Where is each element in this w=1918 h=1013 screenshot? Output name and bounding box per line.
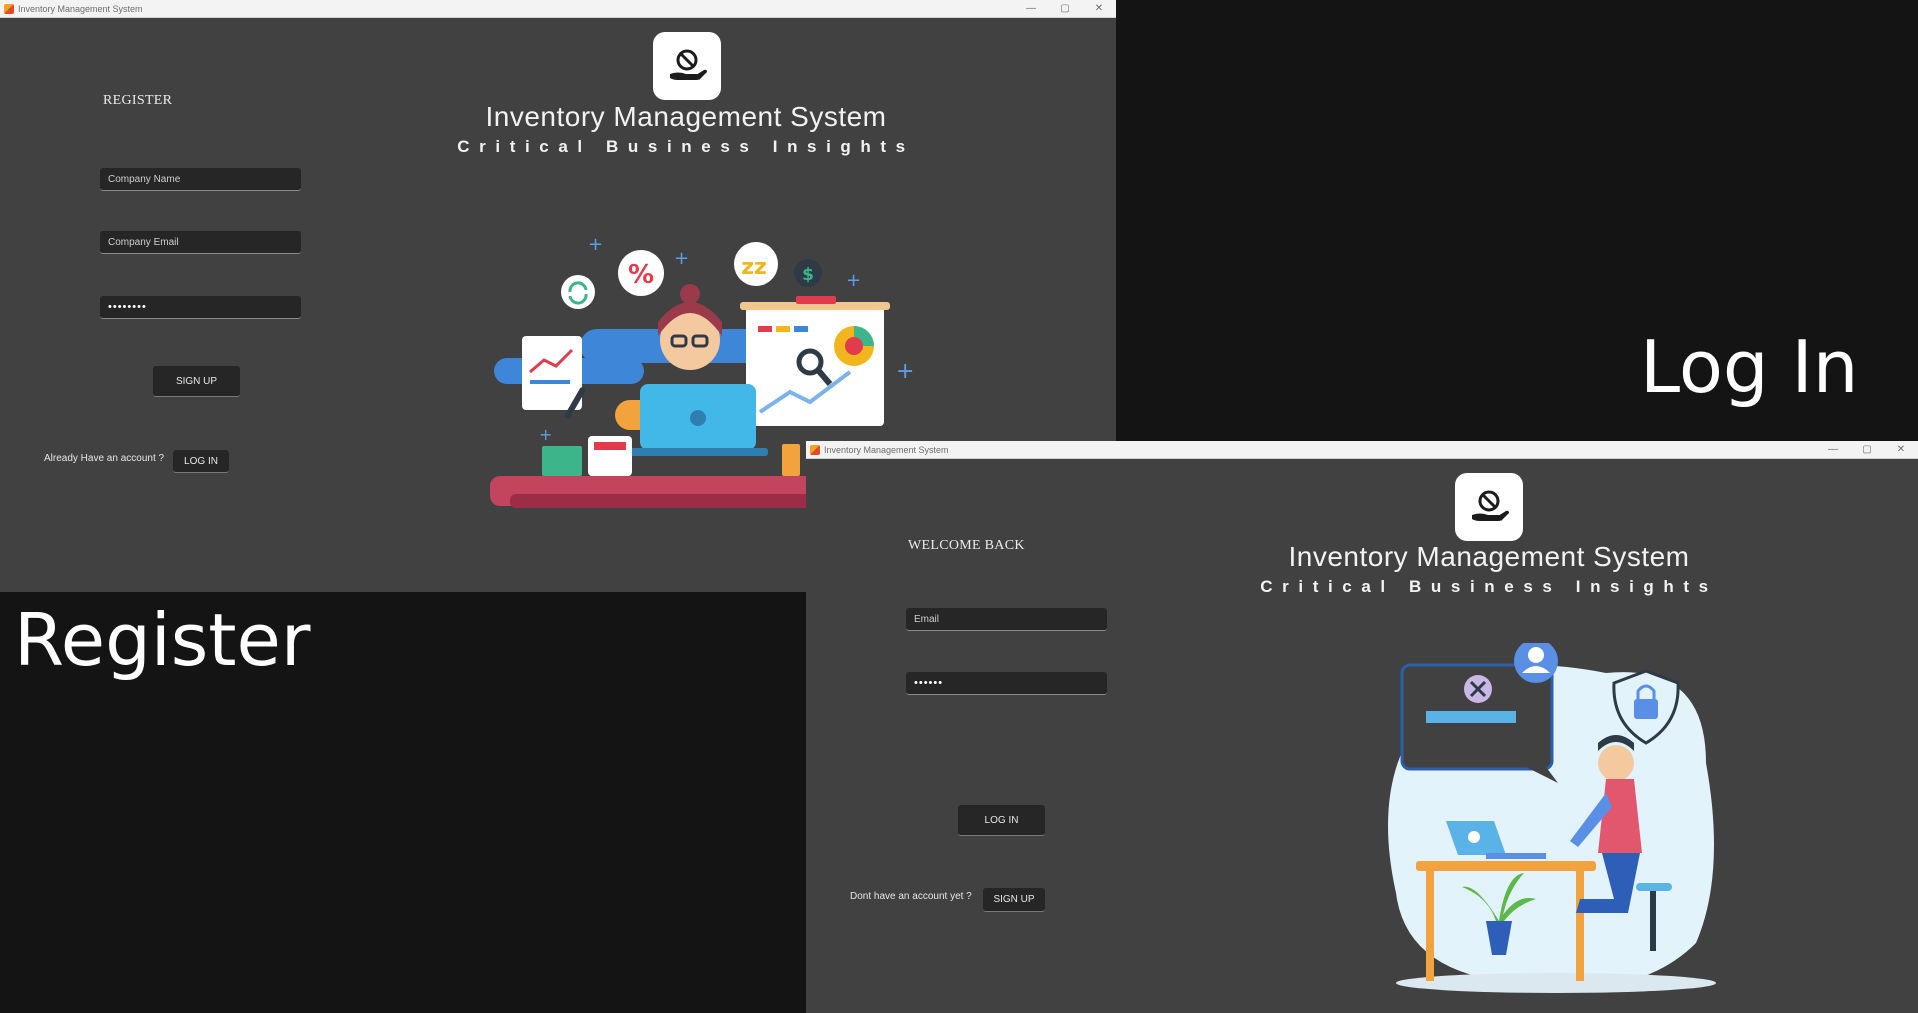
svg-text:+: + [846, 270, 861, 291]
register-heading: REGISTER [103, 93, 173, 108]
app-title: Inventory Management System [1288, 541, 1690, 572]
maximize-button[interactable]: ▢ [1048, 0, 1082, 17]
hand-coin-icon [1472, 490, 1509, 521]
account-prompt: Already Have an account ? [44, 453, 165, 464]
sign-up-button[interactable]: SIGN UP [983, 888, 1045, 912]
desk-illustration [1416, 861, 1596, 871]
password-input[interactable] [906, 672, 1107, 695]
company-name-input[interactable] [100, 168, 301, 191]
svg-text:+: + [588, 234, 603, 255]
svg-text:+: + [674, 248, 689, 269]
log-in-button[interactable]: LOG IN [958, 805, 1045, 836]
svg-text:zz: zz [741, 255, 767, 280]
login-titlebar: Inventory Management System — ▢ ✕ [806, 441, 1918, 459]
welcome-heading: WELCOME BACK [908, 538, 1025, 553]
hand-coin-icon [670, 49, 707, 80]
register-titlebar: Inventory Management System — ▢ ✕ [0, 0, 1116, 18]
svg-text:+: + [539, 425, 552, 444]
register-caption: Register [14, 598, 311, 682]
minimize-button[interactable]: — [1816, 441, 1850, 458]
app-title: Inventory Management System [485, 101, 887, 132]
app-icon [810, 444, 820, 455]
login-caption: Log In [1640, 325, 1859, 409]
password-input[interactable] [100, 296, 301, 319]
app-logo [653, 32, 721, 100]
window-title: Inventory Management System [824, 444, 949, 455]
app-subtitle: Critical Business Insights [457, 137, 915, 156]
svg-text:+: + [896, 359, 914, 384]
account-prompt: Dont have an account yet ? [850, 891, 972, 902]
close-button[interactable]: ✕ [1884, 441, 1918, 458]
email-input[interactable] [906, 608, 1107, 631]
secure-login-illustration [1388, 643, 1716, 993]
svg-text:%: % [628, 260, 654, 290]
close-button[interactable]: ✕ [1082, 0, 1116, 17]
app-icon [4, 3, 14, 14]
log-in-button[interactable]: LOG IN [173, 450, 229, 473]
login-window: Inventory Management System — ▢ ✕ WELCOM… [806, 441, 1918, 1013]
person-illustration [1598, 745, 1634, 781]
app-subtitle: Critical Business Insights [1260, 577, 1718, 596]
minimize-button[interactable]: — [1014, 0, 1048, 17]
svg-text:$: $ [802, 265, 814, 285]
sign-up-button[interactable]: SIGN UP [153, 366, 240, 397]
app-logo [1455, 473, 1523, 541]
company-email-input[interactable] [100, 231, 301, 254]
window-title: Inventory Management System [18, 3, 143, 14]
maximize-button[interactable]: ▢ [1850, 441, 1884, 458]
